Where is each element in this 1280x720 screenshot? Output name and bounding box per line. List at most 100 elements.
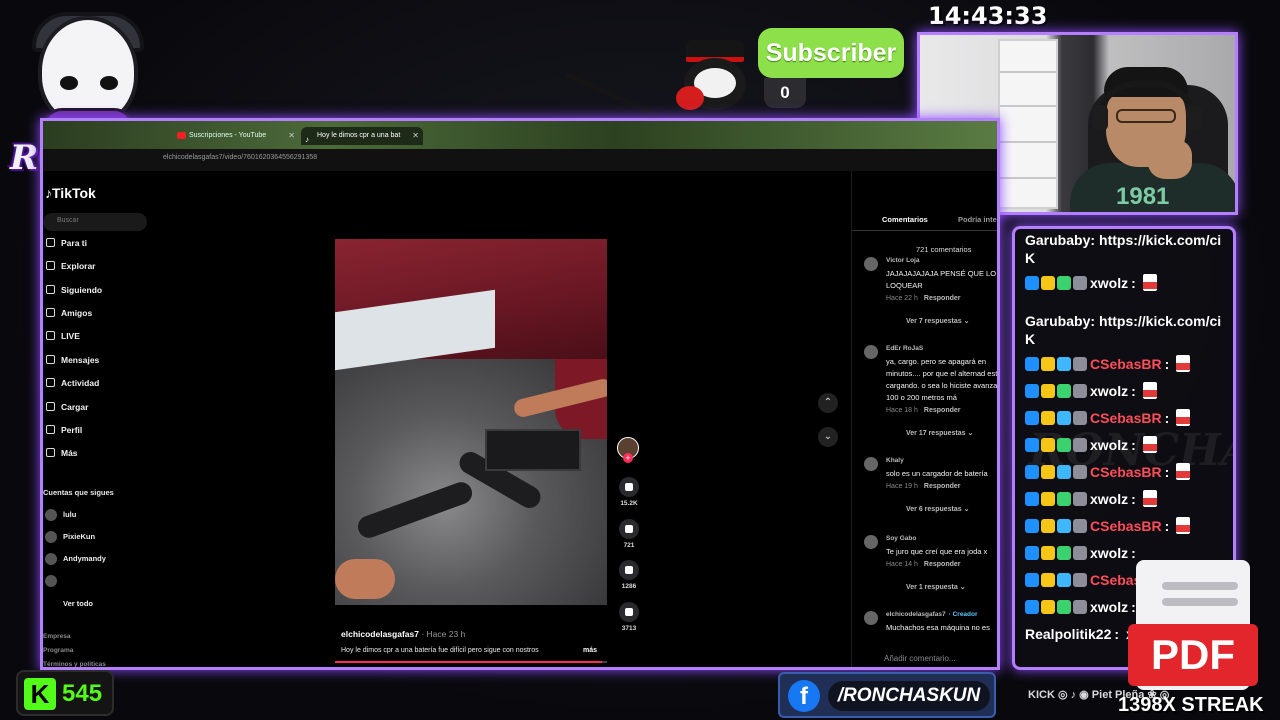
badge-icon	[1057, 572, 1071, 587]
heart-icon[interactable]	[619, 477, 639, 497]
chevron-up-icon[interactable]: ⌃	[818, 393, 838, 413]
badge-icon	[1073, 437, 1087, 452]
chat-username[interactable]: CSebasBR	[1090, 517, 1162, 535]
action-count: 15.2K	[620, 500, 638, 507]
avatar[interactable]	[864, 535, 878, 549]
video-progress[interactable]	[335, 661, 607, 663]
chat-username[interactable]: xwolz	[1090, 490, 1128, 508]
following-item[interactable]: lulu	[45, 508, 76, 522]
following-item[interactable]	[45, 574, 63, 588]
sidebar-item-label: Más	[61, 448, 78, 458]
bookmark-icon[interactable]	[619, 560, 639, 580]
comment-action[interactable]: 721	[615, 519, 643, 549]
reply-link[interactable]: Responder	[924, 561, 961, 568]
following-item[interactable]: PixieKun	[45, 530, 95, 544]
tab-youtube[interactable]: Suscripciones - YouTube ✕	[173, 127, 299, 145]
chat-username[interactable]: xwolz	[1090, 382, 1128, 400]
comment-author[interactable]: elchicodelasgafas7 · Creador	[886, 611, 978, 618]
sidebar-item-cargar[interactable]: Cargar	[45, 399, 155, 415]
chat-username[interactable]: xwolz	[1090, 436, 1128, 454]
bookmark-action[interactable]: 1286	[615, 560, 643, 590]
sidebar-item-ms[interactable]: Más	[45, 445, 155, 461]
comment-author[interactable]: Soy Gabo	[886, 535, 916, 542]
pdf-icon	[1176, 355, 1191, 372]
follow-plus-icon[interactable]: +	[623, 453, 633, 463]
sidebar-item-live[interactable]: LIVE	[45, 328, 155, 344]
badge-icon	[1025, 518, 1039, 533]
caption-more-link[interactable]: más	[583, 647, 597, 654]
video-player[interactable]	[335, 239, 607, 605]
view-replies-link[interactable]: Ver 6 respuestas ⌄	[906, 505, 969, 513]
following-item[interactable]: Andymandy	[45, 552, 106, 566]
footer-link[interactable]: Empresa	[43, 633, 70, 640]
chat-username[interactable]: Garubaby	[1025, 232, 1090, 248]
avatar[interactable]	[864, 257, 878, 271]
sidebar-item-parati[interactable]: Para ti	[45, 235, 155, 251]
footer-link[interactable]: Programa	[43, 647, 73, 654]
avatar	[45, 553, 57, 565]
sidebar-item-explorar[interactable]: Explorar	[45, 258, 155, 274]
heart-action[interactable]: 15.2K	[615, 477, 643, 507]
chat-username[interactable]: Garubaby	[1025, 313, 1090, 329]
reply-link[interactable]: Responder	[924, 295, 961, 302]
comments-count: 721 comentarios	[916, 245, 972, 254]
comment-meta: Hace 14 h Responder	[886, 561, 960, 568]
sidebar-item-label: Actividad	[61, 378, 100, 388]
chat-username[interactable]: CSebasBR	[1090, 409, 1162, 427]
avatar[interactable]	[864, 345, 878, 359]
view-replies-link[interactable]: Ver 1 respuesta ⌄	[906, 583, 966, 591]
badge-icon	[1041, 518, 1055, 533]
sidebar-item-siguiendo[interactable]: Siguiendo	[45, 282, 155, 298]
share-icon[interactable]	[619, 602, 639, 622]
comment-author[interactable]: Victor Loja	[886, 257, 919, 264]
comment-placeholder: Añadir comentario...	[884, 654, 956, 663]
chat-badges	[1025, 275, 1087, 290]
chat-username[interactable]: xwolz	[1090, 598, 1128, 616]
chat-username[interactable]: CSebasBR	[1090, 463, 1162, 481]
comment-text: solo es un cargador de batería	[886, 469, 988, 478]
comment-icon[interactable]	[619, 519, 639, 539]
chevron-down-icon[interactable]: ⌄	[818, 427, 838, 447]
badge-icon	[1041, 356, 1055, 371]
comment-input[interactable]: Añadir comentario...	[862, 651, 997, 667]
comment-author[interactable]: EdEr RoJaS	[886, 345, 923, 352]
chat-username[interactable]: CSebasBR	[1090, 355, 1162, 373]
nav-icon	[46, 402, 55, 411]
reply-link[interactable]: Responder	[924, 483, 961, 490]
tab-comments[interactable]: Comentarios	[882, 215, 928, 224]
avatar[interactable]	[864, 457, 878, 471]
browser-window: Suscripciones - YouTube ✕ ♪ Hoy le dimos…	[40, 118, 1000, 670]
footer-link[interactable]: Términos y políticas	[43, 661, 106, 667]
chat-username[interactable]: xwolz	[1090, 274, 1128, 292]
subscriber-label: Subscriber	[758, 28, 904, 78]
share-action[interactable]: 3713	[615, 602, 643, 632]
logo-eye	[100, 76, 118, 90]
search-placeholder: Buscar	[57, 217, 79, 224]
view-replies-link[interactable]: Ver 17 respuestas ⌄	[906, 429, 973, 437]
search-input[interactable]: Buscar	[43, 213, 147, 231]
close-icon[interactable]: ✕	[288, 127, 295, 145]
tab-tiktok[interactable]: ♪ Hoy le dimos cpr a una bat ✕	[301, 127, 423, 145]
close-icon[interactable]: ✕	[412, 127, 419, 145]
sidebar-item-mensajes[interactable]: Mensajes	[45, 352, 155, 368]
view-replies-link[interactable]: Ver 7 respuestas ⌄	[906, 317, 969, 325]
following-item[interactable]: Ver todo	[45, 597, 93, 611]
chat-colon: :	[1164, 463, 1170, 480]
sidebar-item-label: Cargar	[61, 402, 89, 412]
comment-author[interactable]: Khaly	[886, 457, 904, 464]
video-author-name: elchicodelasgafas7	[341, 629, 419, 639]
reply-link[interactable]: Responder	[924, 407, 961, 414]
sidebar-item-actividad[interactable]: Actividad	[45, 375, 155, 391]
video-author[interactable]: elchicodelasgafas7 · Hace 23 h	[341, 629, 465, 639]
sidebar-item-amigos[interactable]: Amigos	[45, 305, 155, 321]
video-caption: Hoy le dimos cpr a una batería fue difíc…	[341, 647, 539, 654]
tab-related[interactable]: Podría inte	[958, 215, 997, 224]
avatar	[45, 509, 57, 521]
logo-eye	[60, 76, 78, 90]
avatar[interactable]	[864, 611, 878, 625]
sidebar-item-perfil[interactable]: Perfil	[45, 422, 155, 438]
tiktok-logo[interactable]: ♪TikTok	[45, 185, 96, 201]
chat-username[interactable]: xwolz	[1090, 544, 1128, 562]
address-bar[interactable]: elchicodelasgafas7/video/760162036455629…	[43, 149, 997, 171]
chat-username[interactable]: Realpolitik22	[1025, 625, 1111, 643]
